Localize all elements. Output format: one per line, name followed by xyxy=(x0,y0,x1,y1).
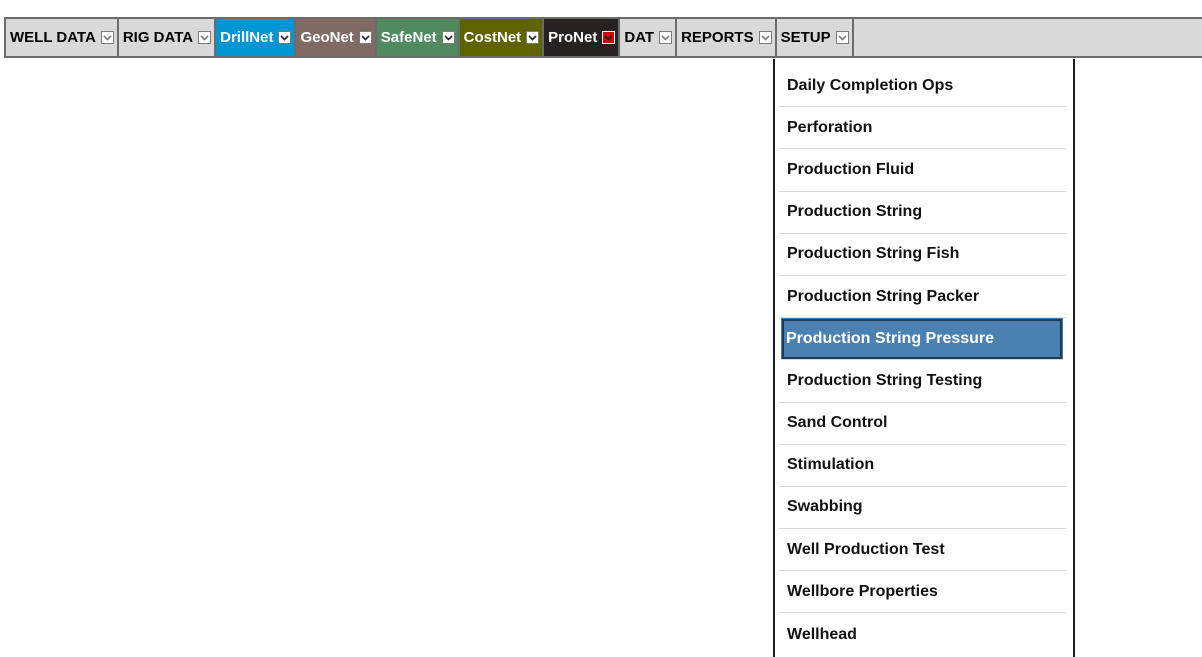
menu-dat[interactable]: DAT xyxy=(620,19,678,56)
chevron-down-icon[interactable] xyxy=(441,31,455,44)
chevron-down-icon[interactable] xyxy=(198,31,212,44)
top-menu-bar: WELL DATA RIG DATA DrillNet GeoNet SafeNet Co… xyxy=(4,17,1202,58)
menu-reports[interactable]: REPORTS xyxy=(677,19,777,56)
menu-label: RIG DATA xyxy=(122,29,194,46)
chevron-down-icon[interactable] xyxy=(602,31,616,44)
chevron-down-icon[interactable] xyxy=(100,31,114,44)
dropdown-item[interactable]: Well Production Test xyxy=(779,529,1066,572)
dropdown-item[interactable]: Wellbore Properties xyxy=(779,571,1066,614)
dropdown-item[interactable]: Production String Pressure xyxy=(781,318,1063,361)
dropdown-item[interactable]: Perforation xyxy=(779,107,1066,150)
menu-setup[interactable]: SETUP xyxy=(776,19,854,56)
menu-drillnet[interactable]: DrillNet xyxy=(216,19,297,56)
dropdown-item[interactable]: Sand Control xyxy=(779,403,1066,445)
menu-label: SETUP xyxy=(780,29,831,46)
chevron-down-icon[interactable] xyxy=(358,31,372,44)
dropdown-item[interactable]: Stimulation xyxy=(779,445,1066,487)
menu-geonet[interactable]: GeoNet xyxy=(296,19,377,56)
menu-label: ProNet xyxy=(548,29,598,46)
pronet-dropdown-menu: Daily Completion Ops Perforation Productio… xyxy=(773,59,1075,657)
menu-label: DAT xyxy=(624,29,655,46)
dropdown-item[interactable]: Wellhead xyxy=(779,613,1066,655)
chevron-down-icon[interactable] xyxy=(278,31,292,44)
menu-label: DrillNet xyxy=(220,29,274,46)
dropdown-item[interactable]: Production Fluid xyxy=(779,149,1066,192)
menu-safenet[interactable]: SafeNet xyxy=(376,19,460,56)
dropdown-item[interactable]: Production String Testing xyxy=(779,360,1066,403)
dropdown-item[interactable]: Production String xyxy=(779,192,1066,234)
menu-label: REPORTS xyxy=(681,29,754,46)
menu-label: GeoNet xyxy=(300,29,354,46)
chevron-down-icon[interactable] xyxy=(659,31,673,44)
menu-label: WELL DATA xyxy=(10,29,96,46)
menu-costnet[interactable]: CostNet xyxy=(459,19,545,56)
dropdown-item[interactable]: Production String Packer xyxy=(779,276,1066,319)
menu-rig-data[interactable]: RIG DATA xyxy=(118,19,217,56)
chevron-down-icon[interactable] xyxy=(835,31,849,44)
chevron-down-icon[interactable] xyxy=(526,31,540,44)
dropdown-item[interactable]: Daily Completion Ops xyxy=(779,65,1066,108)
chevron-down-icon[interactable] xyxy=(758,31,772,44)
menu-label: SafeNet xyxy=(380,29,437,46)
menu-label: CostNet xyxy=(463,29,522,46)
dropdown-item[interactable]: Swabbing xyxy=(779,487,1066,530)
dropdown-item[interactable]: Production String Fish xyxy=(779,234,1066,276)
menu-well-data[interactable]: WELL DATA xyxy=(6,19,119,56)
menu-pronet[interactable]: ProNet xyxy=(544,19,621,56)
